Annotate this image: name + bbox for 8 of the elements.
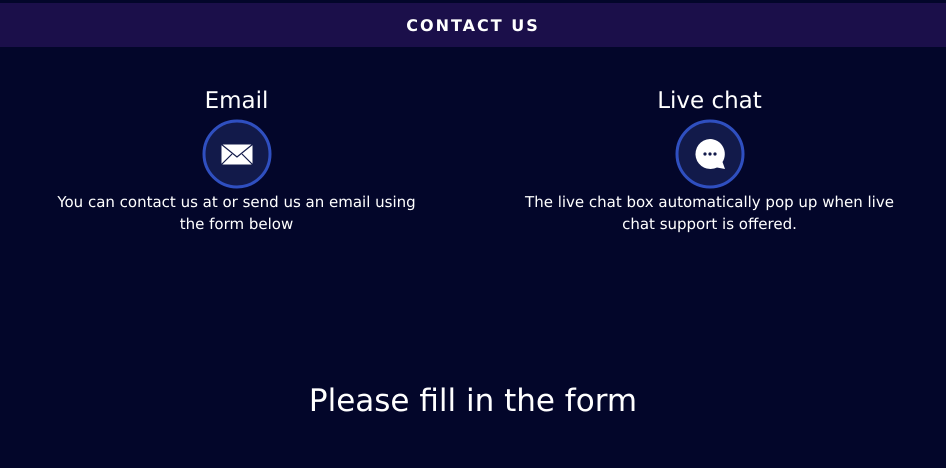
chat-bubble-icon[interactable] bbox=[674, 119, 744, 189]
channel-title: Live chat bbox=[657, 87, 762, 115]
channel-description: You can contact us at or send us an email using the form below bbox=[56, 192, 417, 235]
page-title: CONTACT US bbox=[406, 16, 540, 34]
envelope-icon[interactable] bbox=[202, 119, 272, 189]
channel-title: Email bbox=[204, 87, 268, 115]
channel-description: The live chat box automatically pop up when live chat support is offered. bbox=[524, 192, 894, 235]
form-heading: Please fill in the form bbox=[308, 383, 638, 419]
